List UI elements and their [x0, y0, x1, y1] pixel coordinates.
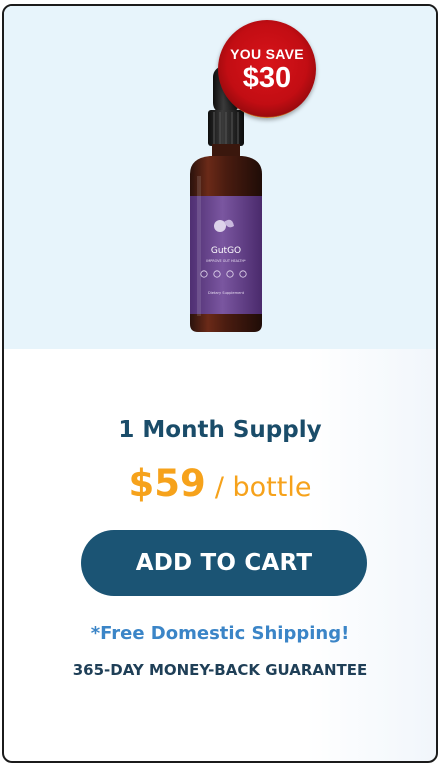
badge-label: YOU SAVE: [230, 46, 304, 62]
free-shipping-note: *Free Domestic Shipping!: [90, 623, 350, 644]
price-row: $59 / bottle: [4, 462, 436, 505]
product-image-area: GutGO IMPROVE GUT HEALTH* Dietary Supple…: [4, 6, 436, 349]
you-save-badge: YOU SAVE $30: [218, 20, 316, 118]
money-back-guarantee: 365-DAY MONEY-BACK GUARANTEE: [72, 661, 368, 679]
product-card: GutGO IMPROVE GUT HEALTH* Dietary Supple…: [2, 4, 438, 763]
add-to-cart-button[interactable]: ADD TO CART: [81, 530, 367, 596]
bottle-tagline-text: IMPROVE GUT HEALTH*: [206, 259, 246, 263]
price-value: $59: [128, 462, 206, 505]
bottle-brand-text: GutGO: [211, 246, 241, 256]
badge-amount: $30: [242, 62, 292, 94]
bottle-small-text: Dietary Supplement: [208, 291, 245, 295]
supply-title: 1 Month Supply: [118, 417, 322, 443]
price-unit: / bottle: [214, 472, 312, 503]
